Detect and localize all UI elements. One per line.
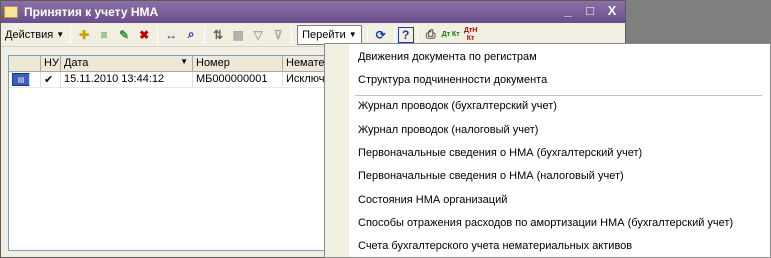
window-title: Принятия к учету НМА — [24, 5, 159, 19]
column-header-number[interactable]: Номер — [193, 56, 283, 71]
column-header-nu[interactable]: НУ — [41, 56, 61, 71]
filter-icon[interactable]: ▽ — [248, 25, 268, 45]
sort-arrow-icon: ▼ — [180, 57, 188, 66]
number-cell: МБ000000001 — [193, 72, 283, 87]
goto-label: Перейти — [302, 28, 346, 41]
hierarchy-icon[interactable]: ▦ — [228, 25, 248, 45]
toolbar-separator — [204, 25, 206, 44]
nu-check-cell: ✔ — [41, 72, 61, 87]
menu-item-register-movements[interactable]: Движения документа по регистрам — [358, 47, 537, 67]
menu-item-entries-tax[interactable]: Журнал проводок (налоговый учет) — [358, 120, 538, 140]
menu-item-intangible-accounts[interactable]: Счета бухгалтерского учета нематериальны… — [358, 236, 632, 256]
edit-icon[interactable]: ✎ — [114, 25, 134, 45]
menu-item-initial-nma-tax[interactable]: Первоначальные сведения о НМА (налоговый… — [358, 166, 624, 186]
toolbar-separator — [70, 25, 72, 44]
goto-dropdown-menu: Движения документа по регистрам Структур… — [324, 43, 771, 258]
posted-document-icon: ▤ — [12, 73, 30, 86]
help-icon[interactable]: ? — [397, 26, 414, 43]
print-icon[interactable]: ⎙ — [421, 25, 441, 45]
toolbar-separator — [393, 25, 395, 44]
window-controls: _ □ X — [559, 3, 621, 20]
column-header-date[interactable]: Дата ▼ — [61, 56, 193, 71]
search-icon[interactable]: ⌕ — [181, 25, 201, 45]
add-icon[interactable]: ✚ — [74, 25, 94, 45]
toolbar-separator — [416, 25, 418, 44]
actions-label: Действия — [5, 28, 54, 41]
refresh-icon[interactable]: ⟳ — [371, 25, 391, 45]
menu-item-entries-accounting[interactable]: Журнал проводок (бухгалтерский учет) — [358, 96, 557, 116]
column-header-icon[interactable] — [9, 56, 41, 71]
clear-filter-icon[interactable]: ⊽ — [268, 25, 288, 45]
dt-kt-report-icon[interactable]: Дт Кт — [441, 25, 461, 45]
dropdown-arrow-icon: ▼ — [56, 30, 65, 39]
minimize-button[interactable]: _ — [559, 3, 577, 20]
title-bar[interactable]: Принятия к учету НМА _ □ X — [1, 1, 625, 23]
menu-icon-strip — [325, 44, 349, 257]
toolbar-separator — [291, 25, 293, 44]
column-date-label: Дата — [64, 57, 89, 69]
dt-kt-n-report-icon[interactable]: ДтН Кт — [461, 25, 481, 45]
row-status-cell: ▤ — [9, 72, 41, 87]
document-folder-icon — [4, 6, 18, 18]
interval-icon[interactable]: ↔ — [161, 25, 181, 45]
delete-icon[interactable]: ✖ — [134, 25, 154, 45]
date-cell: 15.11.2010 13:44:12 — [61, 72, 193, 87]
sort-icon[interactable]: ⇅ — [208, 25, 228, 45]
close-button[interactable]: X — [603, 3, 621, 20]
copy-icon[interactable]: ≡ — [94, 25, 114, 45]
maximize-button[interactable]: □ — [581, 3, 599, 20]
menu-item-nma-states[interactable]: Состояния НМА организаций — [358, 190, 507, 210]
menu-item-amortization-methods[interactable]: Способы отражения расходов по амортизаци… — [358, 213, 733, 233]
dropdown-arrow-icon: ▼ — [348, 30, 357, 39]
actions-menu-button[interactable]: Действия ▼ — [1, 25, 67, 45]
menu-item-document-structure[interactable]: Структура подчиненности документа — [358, 70, 547, 90]
goto-menu-button[interactable]: Перейти ▼ — [297, 24, 362, 45]
toolbar-separator — [157, 25, 159, 44]
toolbar-separator — [366, 25, 368, 44]
menu-item-initial-nma-accounting[interactable]: Первоначальные сведения о НМА (бухгалтер… — [358, 143, 642, 163]
